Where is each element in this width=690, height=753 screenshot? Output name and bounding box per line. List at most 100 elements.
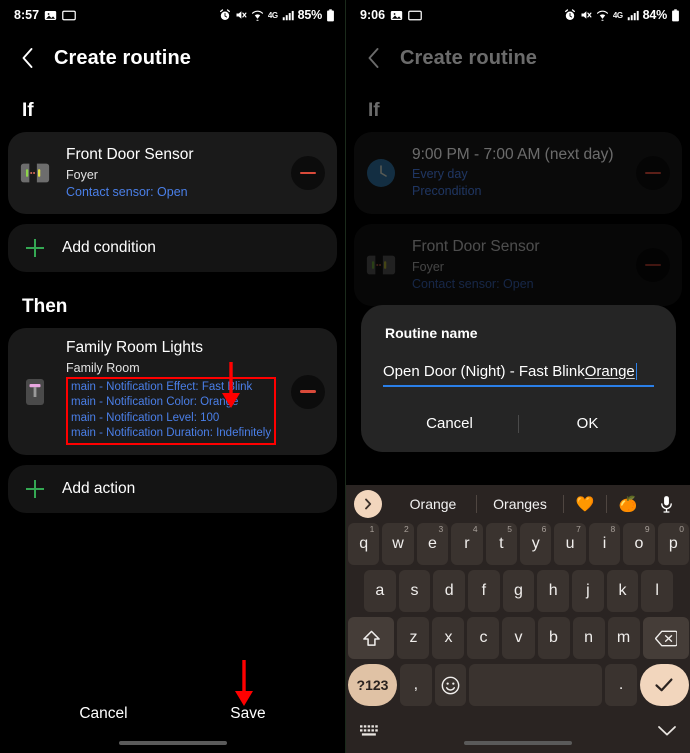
key-w[interactable]: 2w — [382, 523, 414, 565]
key-x[interactable]: x — [432, 617, 465, 659]
key-period[interactable]: . — [605, 664, 637, 706]
suggestion-1[interactable]: Orange — [390, 496, 476, 512]
section-label-if: If — [22, 100, 34, 121]
expand-suggestions-icon[interactable] — [354, 490, 382, 518]
key-k[interactable]: k — [606, 570, 639, 612]
key-label: i — [602, 535, 607, 552]
cancel-button[interactable]: Cancel — [79, 705, 127, 723]
status-time: 8:57 — [14, 8, 40, 22]
key-i[interactable]: 8i — [588, 523, 621, 565]
key-number: 9 — [644, 524, 650, 534]
app-header: Create routine — [346, 30, 690, 86]
wifi-icon — [251, 9, 264, 21]
nav-gesture-handle[interactable] — [118, 741, 227, 745]
key-p[interactable]: 0p — [657, 523, 690, 565]
highlighted-attributes-box: main - Notification Effect: Fast Blink m… — [66, 377, 277, 446]
suggestion-emoji-tangerine[interactable]: 🍊 — [607, 495, 649, 513]
routine-name-dialog: Routine name Open Door (Night) - Fast Bl… — [361, 305, 676, 452]
status-bar: 8:57 4G 85% — [0, 0, 345, 30]
condition-card-front-door-sensor[interactable]: Front Door Sensor Foyer Contact sensor: … — [8, 132, 337, 214]
add-condition-button[interactable]: Add condition — [8, 224, 337, 272]
routine-name-input[interactable]: Open Door (Night) - Fast Blink Orange — [383, 363, 654, 387]
remove-action-button[interactable] — [291, 374, 325, 409]
key-c[interactable]: c — [467, 617, 500, 659]
suggestion-emoji-heart[interactable]: 🧡 — [564, 495, 606, 513]
key-label: r — [464, 535, 470, 552]
condition-card-front-door-sensor[interactable]: Front Door Sensor Foyer Contact sensor: … — [354, 224, 682, 306]
page-title: Create routine — [54, 46, 191, 69]
key-label: e — [428, 535, 437, 552]
key-q[interactable]: 1q — [347, 523, 380, 565]
screen-cast-icon — [62, 9, 76, 22]
key-f[interactable]: f — [468, 570, 500, 612]
screen-cast-icon — [408, 9, 422, 22]
space-key[interactable] — [469, 664, 603, 706]
add-condition-label: Add condition — [62, 239, 156, 256]
mute-icon — [235, 9, 247, 21]
microphone-icon[interactable] — [649, 495, 683, 514]
checkmark-icon[interactable] — [639, 664, 690, 706]
backspace-icon[interactable] — [642, 617, 689, 659]
chevron-down-icon[interactable] — [657, 725, 677, 737]
contact-sensor-icon — [18, 156, 52, 190]
key-y[interactable]: 6y — [520, 523, 552, 565]
key-z[interactable]: z — [397, 617, 430, 659]
key-n[interactable]: n — [572, 617, 605, 659]
key-d[interactable]: d — [433, 570, 465, 612]
key-b[interactable]: b — [537, 617, 570, 659]
device-state: Contact sensor: Open — [412, 276, 534, 291]
network-type: 4G — [267, 10, 278, 20]
key-comma[interactable]: , — [400, 664, 432, 706]
key-v[interactable]: v — [502, 617, 535, 659]
condition-card-time-range[interactable]: 9:00 PM - 7:00 AM (next day) Every day P… — [354, 132, 682, 214]
key-l[interactable]: l — [641, 570, 674, 612]
nav-gesture-handle[interactable] — [464, 741, 572, 745]
emoji-icon[interactable] — [434, 664, 467, 706]
key-number: 3 — [438, 524, 444, 534]
key-r[interactable]: 4r — [451, 523, 483, 565]
action-card-family-room-lights[interactable]: Family Room Lights Family Room main - No… — [8, 328, 337, 456]
back-arrow-icon[interactable] — [14, 45, 40, 71]
key-h[interactable]: h — [537, 570, 570, 612]
key-label: w — [392, 535, 404, 552]
add-action-label: Add action — [62, 480, 136, 498]
key-t[interactable]: 5t — [485, 523, 517, 565]
key-e[interactable]: 3e — [416, 523, 449, 565]
keyboard-switch-icon[interactable] — [360, 724, 381, 738]
device-room: Family Room — [66, 360, 140, 375]
remove-condition-button[interactable] — [636, 248, 670, 282]
key-u[interactable]: 7u — [554, 523, 586, 565]
wifi-icon — [596, 9, 609, 21]
minus-icon — [300, 171, 316, 175]
key-g[interactable]: g — [502, 570, 535, 612]
battery-icon — [671, 8, 680, 22]
key-number: 7 — [576, 524, 581, 534]
attribute-line: main - Notification Duration: Indefinite… — [71, 426, 272, 439]
repeat-days: Every day — [412, 166, 468, 181]
dialog-ok-button[interactable]: OK — [519, 409, 656, 438]
remove-condition-button[interactable] — [636, 156, 670, 190]
minus-icon — [300, 390, 316, 393]
back-arrow-icon[interactable] — [360, 45, 386, 71]
device-name: Family Room Lights — [66, 339, 203, 356]
key-o[interactable]: 9o — [623, 523, 655, 565]
symbols-key[interactable]: ?123 — [347, 664, 398, 706]
key-number: 4 — [472, 524, 478, 534]
on-screen-keyboard: Orange Oranges 🧡 🍊 1q 2w 3e 4r 5t 6y 7u — [346, 485, 690, 753]
time-range: 9:00 PM - 7:00 AM (next day) — [412, 145, 614, 163]
key-label: y — [531, 535, 540, 552]
routine-name-spellchecked-word: Orange — [584, 363, 635, 380]
add-action-button[interactable]: Add action — [8, 465, 337, 514]
shift-icon[interactable] — [348, 617, 395, 659]
dialog-cancel-button[interactable]: Cancel — [381, 409, 518, 438]
key-number: 5 — [507, 524, 512, 534]
contact-sensor-icon — [364, 248, 398, 282]
suggestion-2[interactable]: Oranges — [477, 496, 563, 512]
key-j[interactable]: j — [572, 570, 604, 612]
key-m[interactable]: m — [607, 617, 640, 659]
keyboard-bottom-bar — [346, 711, 690, 745]
section-label-then: Then — [22, 296, 68, 317]
key-s[interactable]: s — [398, 570, 431, 612]
key-a[interactable]: a — [363, 570, 396, 612]
remove-condition-button[interactable] — [291, 156, 325, 190]
